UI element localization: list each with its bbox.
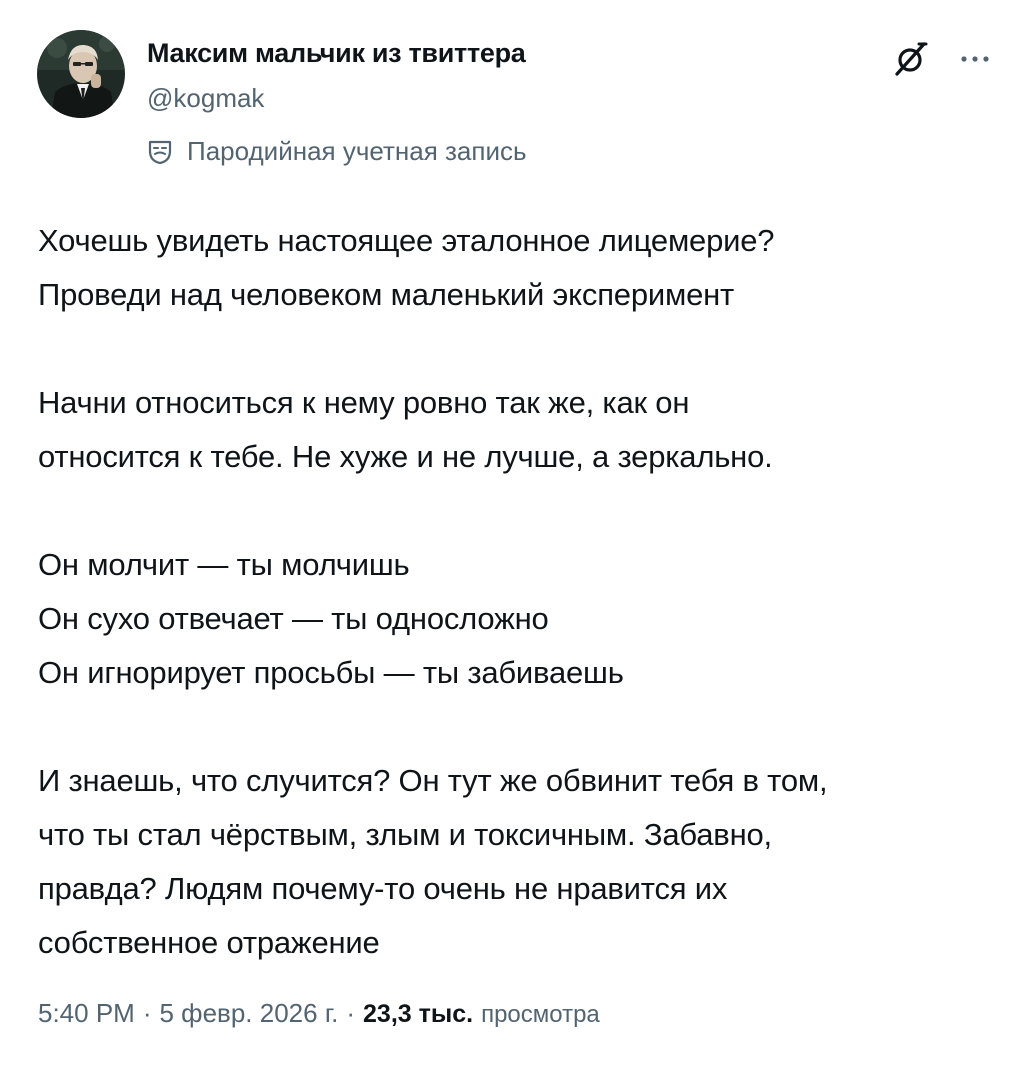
views-count: 23,3 тыс. (363, 1000, 474, 1028)
theater-mask-icon (148, 140, 172, 164)
parody-account-label: Пародийная учетная запись (147, 136, 527, 167)
tweet-line: относится к тебе. Не хуже и не лучше, а … (38, 439, 773, 474)
tweet-text: Хочешь увидеть настоящее эталонное лицем… (38, 214, 998, 970)
tweet-line: Он молчит — ты молчишь (38, 547, 410, 582)
tweet-line: Проведи над человеком маленький эксперим… (38, 277, 735, 312)
tweet-line: Он сухо отвечает — ты односложно (38, 601, 549, 636)
tweet-line: Начни относиться к нему ровно так же, ка… (38, 385, 690, 420)
author-handle[interactable]: @kogmak (147, 83, 264, 114)
tweet: Максим мальчик из твиттера @kogmak Парод… (0, 0, 1024, 1076)
more-icon (961, 56, 989, 62)
meta-separator: · (142, 998, 152, 1028)
tweet-line: И знаешь, что случится? Он тут же обвини… (38, 763, 828, 798)
meta-separator: · (346, 998, 356, 1028)
parody-label-text: Пародийная учетная запись (187, 136, 527, 166)
tweet-line: правда? Людям почему-то очень не нравитс… (38, 871, 728, 906)
views-label: просмотра (481, 1001, 600, 1028)
tweet-meta: 5:40 PM · 5 февр. 2026 г. · 23,3 тыс. пр… (38, 998, 600, 1029)
avatar-photo (37, 30, 125, 118)
tweet-line: что ты стал чёрствым, злым и токсичным. … (38, 817, 772, 852)
tweet-line: Он игнорирует просьбы — ты забиваешь (38, 655, 624, 690)
grok-button[interactable] (888, 36, 934, 82)
tweet-line: собственное отражение (38, 925, 380, 960)
more-button[interactable] (952, 36, 998, 82)
tweet-line: Хочешь увидеть настоящее эталонное лицем… (38, 223, 775, 258)
author-name[interactable]: Максим мальчик из твиттера (147, 38, 526, 69)
avatar[interactable] (37, 30, 125, 118)
tweet-time[interactable]: 5:40 PM (38, 998, 135, 1029)
tweet-date[interactable]: 5 февр. 2026 г. (160, 998, 339, 1029)
grok-icon (895, 42, 928, 76)
